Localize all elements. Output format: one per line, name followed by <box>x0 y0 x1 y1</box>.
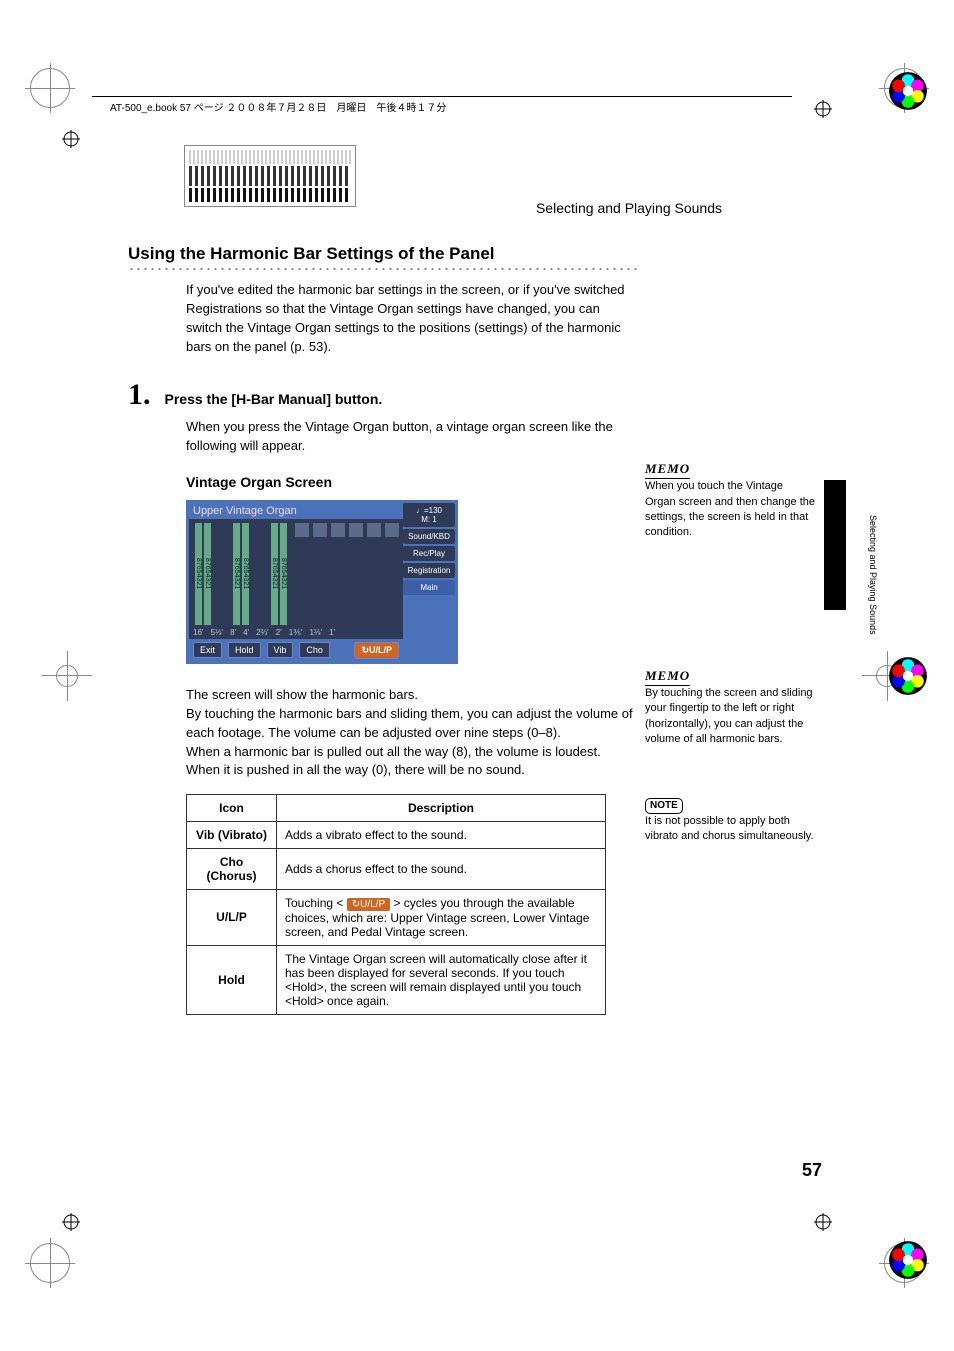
memo-text: When you touch the Vintage Organ screen … <box>645 480 815 538</box>
sound-kbd-button[interactable]: Sound/KBD <box>403 529 455 544</box>
color-rosette-icon <box>887 1239 929 1281</box>
memo-label: MEMO <box>645 460 690 479</box>
book-meta-header: AT-500_e.book 57 ページ ２００８年７月２８日 月曜日 午後４時… <box>110 99 446 114</box>
registration-mark-icon <box>62 130 80 148</box>
section-thumb-tab <box>824 480 846 610</box>
registration-mark-icon <box>814 1213 832 1231</box>
screen-title: Upper Vintage Organ <box>193 505 297 517</box>
rec-play-button[interactable]: Rec/Play <box>403 546 455 561</box>
harmonic-bar[interactable]: 87654321 <box>271 523 278 625</box>
main-button[interactable]: Main <box>403 580 455 595</box>
registration-mark-icon <box>62 1213 80 1231</box>
table-header-icon: Icon <box>187 795 277 822</box>
memo-block-1: MEMO When you touch the Vintage Organ sc… <box>645 460 815 541</box>
step-1-body: When you press the Vintage Organ button,… <box>186 418 638 456</box>
section-title: Using the Harmonic Bar Settings of the P… <box>128 244 638 265</box>
desc-cell: Touching < ↻U/L/P > cycles you through t… <box>277 890 606 945</box>
note-label: NOTE <box>645 798 683 814</box>
harmonic-bar[interactable]: 87654321 <box>204 523 211 625</box>
note-block: NOTE It is not possible to apply both vi… <box>645 798 815 845</box>
tempo-indicator: ♩=130M: 1 <box>403 503 455 527</box>
vib-button[interactable]: Vib <box>267 642 294 658</box>
memo-block-2: MEMO By touching the screen and sliding … <box>645 667 815 748</box>
vintage-organ-screenshot: Upper Vintage Organ ♩=130M: 1 Sound/KBD … <box>186 500 458 664</box>
step-number: 1. <box>128 378 151 412</box>
desc-cell: Adds a chorus effect to the sound. <box>277 849 606 890</box>
header-rule <box>92 96 792 97</box>
desc-cell: The Vintage Organ screen will automatica… <box>277 945 606 1014</box>
table-row: Vib (Vibrato) Adds a vibrato effect to t… <box>187 822 606 849</box>
crop-mark <box>30 1243 70 1283</box>
color-rosette-icon <box>887 655 929 697</box>
table-row: Cho (Chorus) Adds a chorus effect to the… <box>187 849 606 890</box>
icon-cell-vib: Vib (Vibrato) <box>187 822 277 849</box>
footage-labels: 16'5⅓'8' 4'2⅔'2' 1⅗'1⅓'1' <box>193 628 399 637</box>
icon-cell-cho: Cho (Chorus) <box>187 849 277 890</box>
color-rosette-column <box>884 70 932 1281</box>
harmonic-bar[interactable]: 87654321 <box>280 523 287 625</box>
harmonic-bar[interactable]: 87654321 <box>195 523 202 625</box>
ulp-button[interactable]: ↻U/L/P <box>354 642 399 659</box>
page-number: 57 <box>802 1160 822 1181</box>
note-text: It is not possible to apply both vibrato… <box>645 815 814 842</box>
registration-button[interactable]: Registration <box>403 563 455 578</box>
table-header-description: Description <box>277 795 606 822</box>
color-rosette-icon <box>887 70 929 112</box>
crop-mark <box>56 665 78 687</box>
table-row: Hold The Vintage Organ screen will autom… <box>187 945 606 1014</box>
harmonic-bar[interactable]: 87654321 <box>242 523 249 625</box>
desc-cell: Adds a vibrato effect to the sound. <box>277 822 606 849</box>
table-header-row: Icon Description <box>187 795 606 822</box>
page: Selecting and Playing Sounds AT-500_e.bo… <box>0 0 954 1351</box>
icon-description-table: Icon Description Vib (Vibrato) Adds a vi… <box>186 794 606 1014</box>
crop-mark <box>30 68 70 108</box>
table-row: U/L/P Touching < ↻U/L/P > cycles you thr… <box>187 890 606 945</box>
keyboard-thumbnail-icon <box>184 145 356 207</box>
harmonic-bar[interactable]: 87654321 <box>233 523 240 625</box>
memo-text: By touching the screen and sliding your … <box>645 687 813 745</box>
icon-cell-hold: Hold <box>187 945 277 1014</box>
breadcrumb: Selecting and Playing Sounds <box>536 200 722 216</box>
hold-button[interactable]: Hold <box>228 642 261 658</box>
side-section-label: Selecting and Playing Sounds <box>868 515 878 635</box>
post-screen-text: The screen will show the harmonic bars. … <box>186 686 638 780</box>
step-label: Press the [H-Bar Manual] button. <box>165 391 383 407</box>
cho-button[interactable]: Cho <box>299 642 330 658</box>
icon-cell-ulp: U/L/P <box>187 890 277 945</box>
ulp-chip-icon: ↻U/L/P <box>347 898 390 911</box>
intro-paragraph: If you've edited the harmonic bar settin… <box>186 281 638 356</box>
registration-mark-icon <box>814 100 832 118</box>
step-1-heading: 1. Press the [H-Bar Manual] button. <box>128 378 638 412</box>
memo-label: MEMO <box>645 667 690 686</box>
dotted-rule <box>128 267 638 271</box>
exit-button[interactable]: Exit <box>193 642 222 658</box>
vintage-organ-screen-heading: Vintage Organ Screen <box>186 474 638 490</box>
